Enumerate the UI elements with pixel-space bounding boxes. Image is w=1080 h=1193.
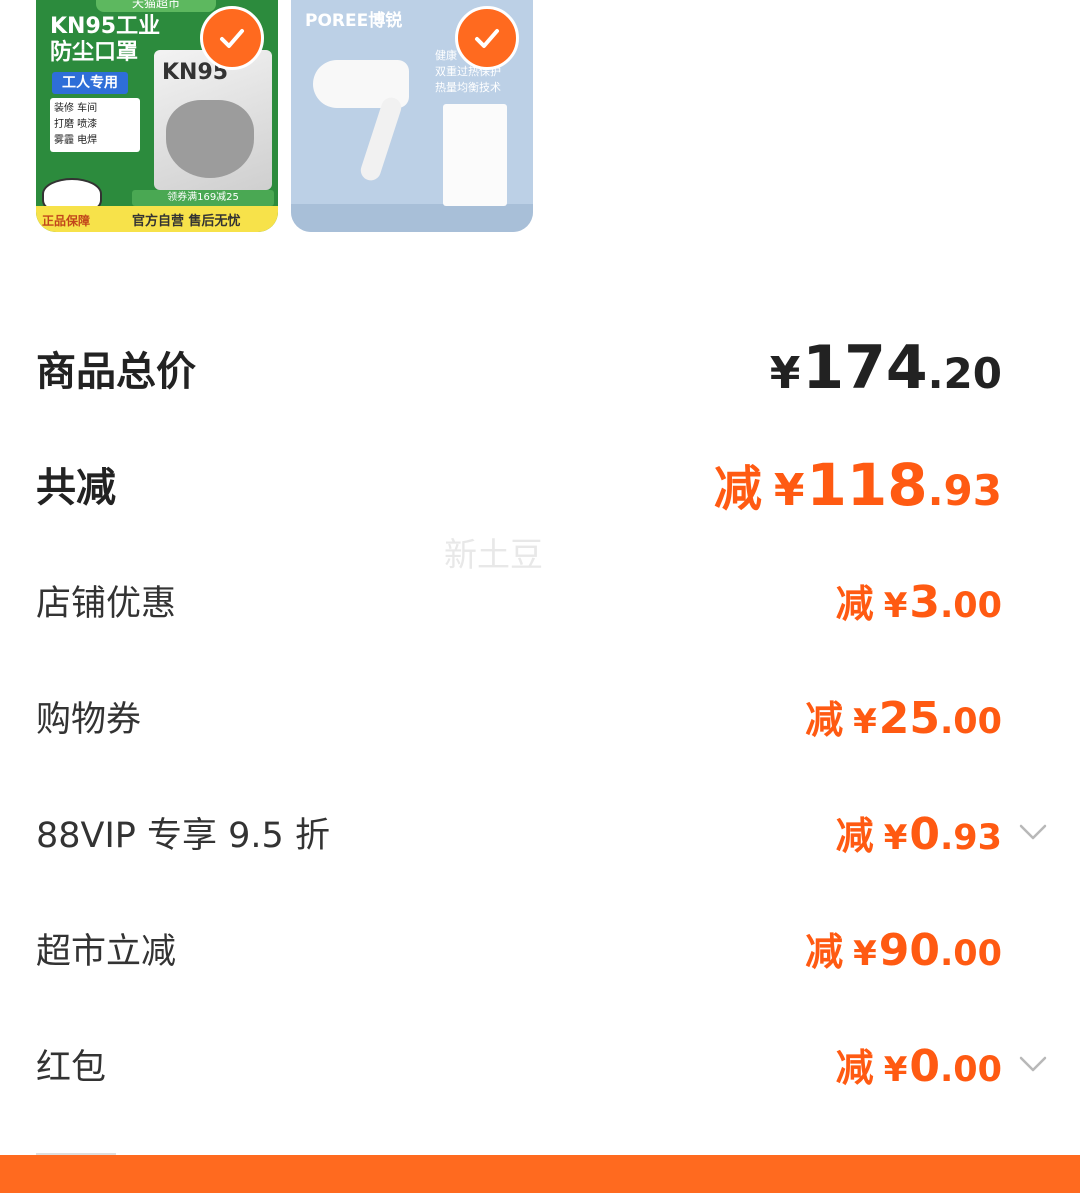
mask-image <box>166 100 254 178</box>
currency-symbol: ¥ <box>883 585 908 626</box>
amount-integer: 174 <box>802 333 928 403</box>
total-discount-amount: 减 ¥ 118 .93 <box>714 449 1002 519</box>
discount-row-red-packet[interactable]: 红包 减 ¥ 0 .00 <box>36 1032 1047 1096</box>
checkout-bar[interactable] <box>0 1155 1080 1193</box>
amount-decimal: .00 <box>939 701 1002 742</box>
discount-prefix: 减 <box>805 697 844 742</box>
amount-integer: 0 <box>909 808 940 860</box>
product-tag: 工人专用 <box>52 72 128 94</box>
promo-badge: 领券满169减25 <box>132 190 274 206</box>
discount-row-coupon: 购物券 减 ¥ 25 .00 <box>36 684 1002 748</box>
discount-amount: 减 ¥ 3 .00 <box>836 573 1002 628</box>
amount-integer: 118 <box>806 451 928 519</box>
discount-prefix: 减 <box>835 1045 874 1090</box>
total-price-amount: ¥ 174 .20 <box>770 333 1002 403</box>
feature-item: 打磨 喷漆 <box>54 119 98 130</box>
product-banner-bar: 正品保障 官方自营 售后无忧 <box>36 206 278 232</box>
discount-label: 88VIP 专享 9.5 折 <box>36 815 330 856</box>
product-thumbnail-mask[interactable]: 天猫超市 KN95工业 防尘口罩 工人专用 装修 车间 打磨 喷漆 雾霾 电焊 … <box>36 0 278 232</box>
amount-integer: 25 <box>878 692 940 744</box>
chevron-down-icon[interactable] <box>1018 1054 1048 1074</box>
product-title-line2: 防尘口罩 <box>50 40 139 65</box>
discount-prefix: 减 <box>835 813 874 858</box>
feature-line: 热量均衡技术 <box>435 81 501 94</box>
total-discount-row: 共减 减 ¥ 118 .93 <box>36 446 1002 522</box>
discount-row-store: 店铺优惠 减 ¥ 3 .00 <box>36 568 1002 632</box>
amount-decimal: .00 <box>939 933 1002 974</box>
total-price-label: 商品总价 <box>36 349 196 395</box>
discount-prefix: 减 <box>713 461 762 517</box>
total-discount-label: 共减 <box>36 465 116 511</box>
amount-decimal: .20 <box>927 349 1002 398</box>
discount-prefix: 减 <box>805 929 844 974</box>
amount-integer: 0 <box>909 1040 940 1092</box>
feature-list: 装修 车间 打磨 喷漆 雾霾 电焊 <box>50 98 140 152</box>
discount-prefix: 减 <box>835 581 874 626</box>
order-summary-page: 天猫超市 KN95工业 防尘口罩 工人专用 装修 车间 打磨 喷漆 雾霾 电焊 … <box>0 0 1080 1193</box>
amount-integer: 90 <box>878 924 940 976</box>
currency-symbol: ¥ <box>773 465 805 516</box>
discount-label: 购物券 <box>36 699 142 740</box>
currency-symbol: ¥ <box>853 933 877 974</box>
discount-label: 店铺优惠 <box>36 583 177 624</box>
discount-label: 红包 <box>36 1047 107 1088</box>
product-title-line1: KN95工业 <box>50 14 161 39</box>
selected-check-icon[interactable] <box>200 6 264 70</box>
discount-row-supermarket: 超市立减 减 ¥ 90 .00 <box>36 916 1002 980</box>
currency-symbol: ¥ <box>883 1049 908 1090</box>
discount-label: 超市立减 <box>36 931 177 972</box>
discount-row-88vip[interactable]: 88VIP 专享 9.5 折 减 ¥ 0 .93 <box>36 800 1047 864</box>
discount-amount: 减 ¥ 0 .93 <box>836 805 1002 860</box>
image-floor <box>291 204 533 232</box>
chevron-down-icon[interactable] <box>1018 822 1048 842</box>
product-title: KN95工业 防尘口罩 <box>50 14 160 66</box>
banner-right-text: 官方自营 售后无忧 <box>132 214 241 229</box>
currency-symbol: ¥ <box>769 348 801 399</box>
brand-label: POREE博锐 <box>305 11 403 31</box>
total-price-row: 商品总价 ¥ 174 .20 <box>36 330 1002 406</box>
discount-amount: 减 ¥ 90 .00 <box>805 921 1002 976</box>
product-box-image <box>443 104 507 206</box>
store-label: 天猫超市 <box>96 0 216 12</box>
amount-decimal: .93 <box>939 817 1002 858</box>
discount-amount: 减 ¥ 0 .00 <box>836 1037 1002 1092</box>
product-thumbnail-hair-dryer[interactable]: POREE博锐 健康 双重过热保护 热量均衡技术 <box>291 0 533 232</box>
amount-decimal: .00 <box>939 1049 1002 1090</box>
amount-integer: 3 <box>909 576 940 628</box>
hair-dryer-handle-image <box>358 95 404 183</box>
discount-amount: 减 ¥ 25 .00 <box>805 689 1002 744</box>
selected-check-icon[interactable] <box>455 6 519 70</box>
currency-symbol: ¥ <box>883 817 908 858</box>
feature-item: 雾霾 电焊 <box>54 135 98 146</box>
banner-left-text: 正品保障 <box>42 214 91 228</box>
amount-decimal: .00 <box>939 585 1002 626</box>
amount-decimal: .93 <box>927 466 1002 515</box>
currency-symbol: ¥ <box>853 701 877 742</box>
feature-item: 装修 车间 <box>54 103 98 114</box>
